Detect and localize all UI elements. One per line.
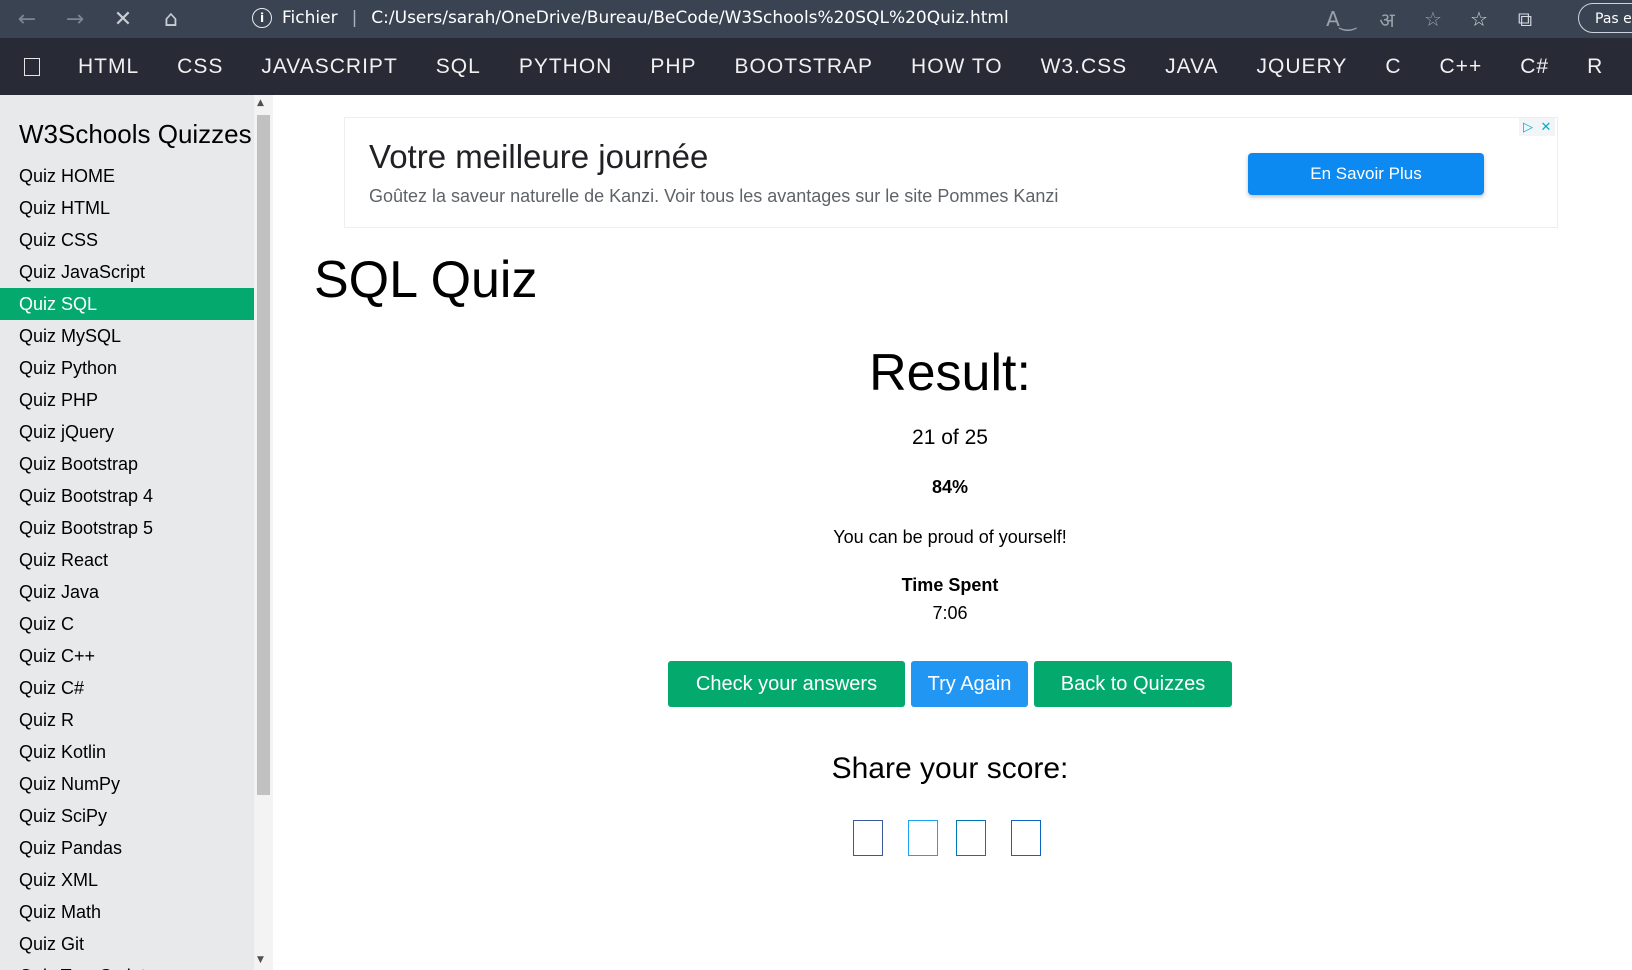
scroll-down-icon[interactable]: ▼ <box>257 955 264 965</box>
info-icon[interactable]: i <box>252 8 272 28</box>
sidebar-item-home[interactable]: Quiz HOME <box>0 160 254 192</box>
twitter-share-icon[interactable] <box>908 820 938 856</box>
sidebar-item-bootstrap-4[interactable]: Quiz Bootstrap 4 <box>0 480 254 512</box>
menu-toggle-icon[interactable] <box>24 57 40 76</box>
address-bar[interactable]: i Fichier | C:/Users/sarah/OneDrive/Bure… <box>236 2 1236 34</box>
sidebar-item-php[interactable]: Quiz PHP <box>0 384 254 416</box>
score-text: 21 of 25 <box>912 426 988 449</box>
address-prefix: Fichier <box>282 8 338 28</box>
advertisement[interactable]: Votre meilleure journée Goûtez la saveur… <box>344 117 1558 228</box>
back-arrow-icon[interactable]: ← <box>6 0 48 38</box>
sidebar-item-math[interactable]: Quiz Math <box>0 896 254 928</box>
sidebar-item-python[interactable]: Quiz Python <box>0 352 254 384</box>
url-text[interactable]: C:/Users/sarah/OneDrive/Bureau/BeCode/W3… <box>371 8 1008 28</box>
linkedin-share-icon[interactable] <box>956 820 986 856</box>
sidebar-item-java[interactable]: Quiz Java <box>0 576 254 608</box>
browser-toolbar: ← → ✕ ⌂ i Fichier | C:/Users/sarah/OneDr… <box>0 0 1632 38</box>
topnav-item-java[interactable]: JAVA <box>1165 55 1218 79</box>
score-percent: 84% <box>931 477 969 497</box>
sidebar-item-sql[interactable]: Quiz SQL <box>0 288 254 320</box>
topnav-item-javascript[interactable]: JAVASCRIPT <box>261 55 397 79</box>
scroll-up-icon[interactable]: ▲ <box>257 98 264 108</box>
collections-icon[interactable]: ⧉ <box>1502 7 1548 31</box>
topnav-item-c[interactable]: C <box>1385 55 1401 79</box>
sidebar-item-bootstrap[interactable]: Quiz Bootstrap <box>0 448 254 480</box>
sidebar-scrollbar[interactable]: ▲ ▼ <box>254 95 273 970</box>
topnav-item-cpp[interactable]: C++ <box>1440 55 1483 79</box>
try-again-button[interactable]: Try Again <box>911 661 1028 707</box>
add-favorite-icon[interactable]: ☆ <box>1410 7 1456 31</box>
sidebar-item-c[interactable]: Quiz C <box>0 608 254 640</box>
sidebar-item-pandas[interactable]: Quiz Pandas <box>0 832 254 864</box>
share-heading: Share your score: <box>831 752 1069 785</box>
facebook-share-icon[interactable] <box>853 820 883 856</box>
topnav-item-jquery[interactable]: JQUERY <box>1257 55 1348 79</box>
sidebar-title: W3Schools Quizzes <box>19 119 252 149</box>
ad-choices-icon[interactable]: ▷ <box>1519 118 1537 136</box>
sidebar-item-css[interactable]: Quiz CSS <box>0 224 254 256</box>
forward-arrow-icon[interactable]: → <box>54 0 96 38</box>
sidebar-item-typescript[interactable]: Quiz TypeScript <box>0 960 254 970</box>
result-actions: Check your answers Try Again Back to Qui… <box>668 661 1238 707</box>
sidebar-item-bootstrap-5[interactable]: Quiz Bootstrap 5 <box>0 512 254 544</box>
back-to-quizzes-button[interactable]: Back to Quizzes <box>1034 661 1232 707</box>
ad-cta-button[interactable]: En Savoir Plus <box>1248 153 1484 195</box>
check-answers-button[interactable]: Check your answers <box>668 661 905 707</box>
favorites-icon[interactable]: ☆ <box>1456 7 1502 31</box>
topnav-item-bootstrap[interactable]: BOOTSTRAP <box>735 55 874 79</box>
home-icon[interactable]: ⌂ <box>150 0 192 38</box>
topnav-item-python[interactable]: PYTHON <box>519 55 613 79</box>
result-panel: Result: 21 of 25 84% You can be proud of… <box>500 340 1400 626</box>
topnav-item-how-to[interactable]: HOW TO <box>911 55 1003 79</box>
topnav-item-css[interactable]: CSS <box>177 55 223 79</box>
stop-loading-icon[interactable]: ✕ <box>102 0 144 38</box>
topnav-item-sql[interactable]: SQL <box>436 55 481 79</box>
ad-headline[interactable]: Votre meilleure journée <box>369 138 708 176</box>
profile-button[interactable]: Pas en <box>1578 3 1632 33</box>
topnav-item-php[interactable]: PHP <box>650 55 696 79</box>
sidebar-item-html[interactable]: Quiz HTML <box>0 192 254 224</box>
topnav-item-html[interactable]: HTML <box>78 55 139 79</box>
result-heading: Result: <box>869 344 1031 402</box>
top-navigation: HTML CSS JAVASCRIPT SQL PYTHON PHP BOOTS… <box>0 38 1632 95</box>
translate-icon[interactable]: अ <box>1364 6 1410 33</box>
page-title: SQL Quiz <box>314 251 538 309</box>
topnav-item-csharp[interactable]: C# <box>1520 55 1549 79</box>
sidebar-item-numpy[interactable]: Quiz NumPy <box>0 768 254 800</box>
sidebar-item-mysql[interactable]: Quiz MySQL <box>0 320 254 352</box>
sidebar-item-xml[interactable]: Quiz XML <box>0 864 254 896</box>
topnav-item-r[interactable]: R <box>1587 55 1603 79</box>
share-buttons <box>853 820 1041 856</box>
time-spent-label: Time Spent <box>901 575 999 595</box>
ad-close-icon[interactable]: ✕ <box>1537 118 1555 136</box>
sidebar-item-react[interactable]: Quiz React <box>0 544 254 576</box>
sidebar-item-csharp[interactable]: Quiz C# <box>0 672 254 704</box>
sidebar-list: Quiz HOME Quiz HTML Quiz CSS Quiz JavaScrip… <box>0 160 254 970</box>
sidebar-item-scipy[interactable]: Quiz SciPy <box>0 800 254 832</box>
scrollbar-thumb[interactable] <box>257 115 270 795</box>
sidebar-item-jquery[interactable]: Quiz jQuery <box>0 416 254 448</box>
browser-tools: A‿ अ ☆ ☆ ⧉ <box>1318 0 1548 38</box>
ad-choices: ▷ ✕ <box>1519 118 1555 136</box>
sidebar-item-git[interactable]: Quiz Git <box>0 928 254 960</box>
sidebar-item-cplusplus[interactable]: Quiz C++ <box>0 640 254 672</box>
topnav-item-w3css[interactable]: W3.CSS <box>1041 55 1128 79</box>
address-separator: | <box>351 8 358 28</box>
ad-body[interactable]: Goûtez la saveur naturelle de Kanzi. Voi… <box>369 186 1058 207</box>
read-aloud-icon[interactable]: A‿ <box>1318 7 1364 31</box>
result-message: You can be proud of yourself! <box>833 527 1067 547</box>
share-icon[interactable] <box>1011 820 1041 856</box>
sidebar-item-javascript[interactable]: Quiz JavaScript <box>0 256 254 288</box>
sidebar: W3Schools Quizzes Quiz HOME Quiz HTML Quiz… <box>0 95 254 970</box>
sidebar-item-kotlin[interactable]: Quiz Kotlin <box>0 736 254 768</box>
time-spent-value: 7:06 <box>932 603 968 623</box>
sidebar-item-r[interactable]: Quiz R <box>0 704 254 736</box>
